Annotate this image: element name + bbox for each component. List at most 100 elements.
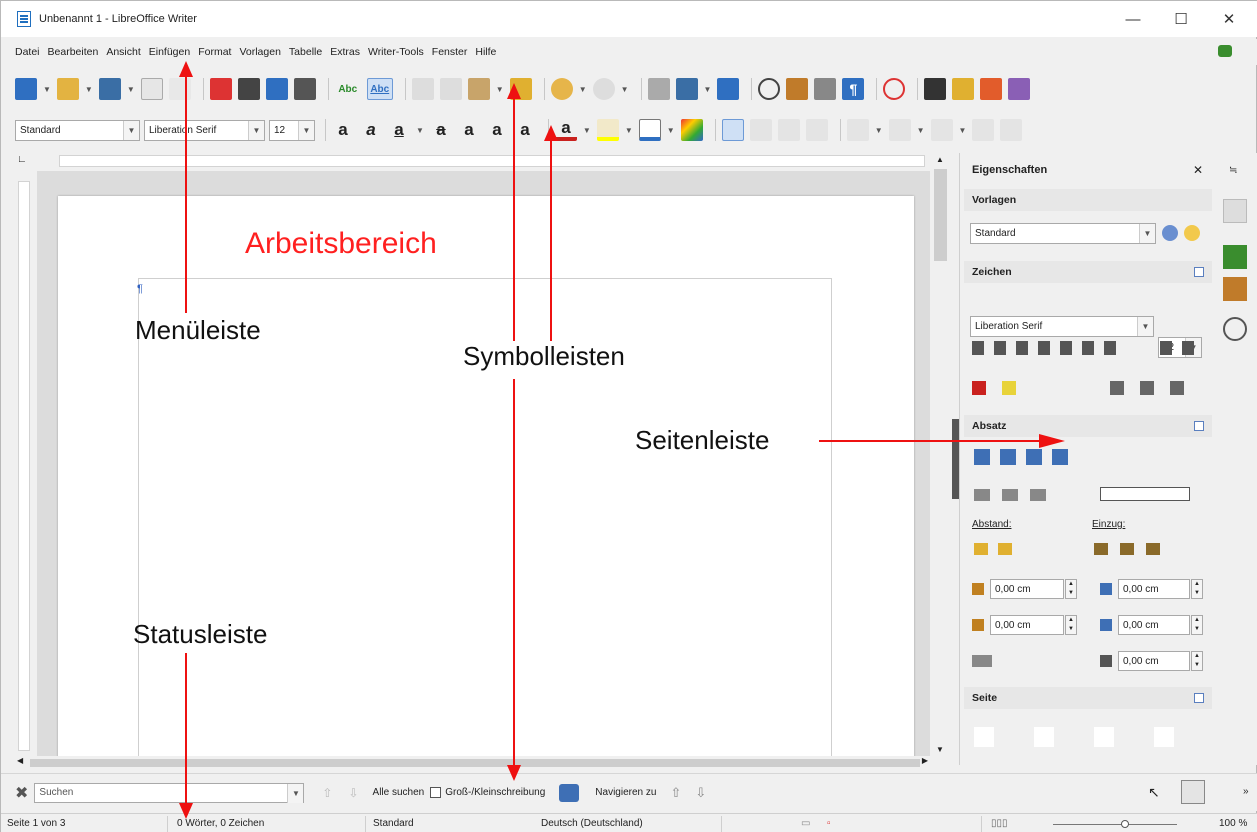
character-dialog-icon[interactable]: [680, 119, 703, 141]
insert-mode-icon[interactable]: ▭: [801, 818, 810, 829]
chevron-down-icon[interactable]: ▼: [1139, 224, 1155, 243]
formatting-marks-icon[interactable]: ¶: [842, 78, 865, 100]
update-style-icon[interactable]: [1162, 225, 1178, 241]
navigate-down-icon[interactable]: ⇩: [695, 785, 706, 801]
shadow-icon[interactable]: a: [514, 119, 536, 141]
character-format-buttons[interactable]: [972, 341, 1122, 355]
horizontal-ruler[interactable]: ∟: [15, 153, 930, 169]
search-input[interactable]: Suchen: [39, 787, 73, 798]
save-icon[interactable]: [98, 78, 121, 100]
font-color-highlight-icon[interactable]: [972, 381, 1042, 395]
spin-arrows-icon[interactable]: ▲ ▼: [1191, 651, 1203, 671]
bullets-dropdown-icon[interactable]: ▼: [917, 126, 925, 135]
find-replace-dialog-icon[interactable]: [559, 783, 580, 802]
insert-textbox-icon[interactable]: [786, 78, 809, 100]
align-justify-icon[interactable]: [805, 119, 828, 141]
spacing-above-field[interactable]: 0,00 cm ▲ ▼: [990, 579, 1077, 599]
section-zeichen-header[interactable]: Zeichen: [964, 261, 1212, 283]
navigator-tab-icon[interactable]: [1223, 317, 1247, 341]
undo-dropdown-icon[interactable]: ▼: [579, 85, 587, 94]
zoom-slider[interactable]: [1053, 824, 1177, 825]
spin-arrows-icon[interactable]: ▲ ▼: [1065, 579, 1077, 599]
spacing-case-icon[interactable]: [1110, 381, 1200, 395]
binoculars-icon[interactable]: [924, 78, 947, 100]
redo-dropdown-icon[interactable]: ▼: [621, 85, 629, 94]
export-pdf-icon[interactable]: [209, 78, 232, 100]
underline-icon[interactable]: a: [388, 119, 410, 141]
copy-icon[interactable]: [439, 78, 462, 100]
scroll-thumb[interactable]: [934, 169, 947, 261]
font-size-grow-shrink-icon[interactable]: [1160, 341, 1200, 355]
line-spacing-dropdown-icon[interactable]: ▼: [875, 126, 883, 135]
open-dropdown-icon[interactable]: ▼: [85, 85, 93, 94]
chevron-down-icon[interactable]: ▼: [1137, 317, 1153, 336]
paragraph-background-combo[interactable]: [1100, 487, 1190, 501]
menu-hilfe[interactable]: Hilfe: [475, 46, 496, 58]
align-center-icon[interactable]: [749, 119, 772, 141]
page-style[interactable]: Standard: [373, 818, 414, 829]
email-icon[interactable]: [140, 78, 163, 100]
list-buttons-icon[interactable]: [974, 489, 1054, 501]
indent-after-field[interactable]: 0,00 cm ▲ ▼: [1118, 615, 1203, 635]
view-layout-icon[interactable]: ▯▯▯: [991, 818, 1008, 829]
document-modified-icon[interactable]: ▫: [827, 818, 831, 829]
close-button[interactable]: ✕: [1209, 7, 1249, 31]
spin-arrows-icon[interactable]: ▲ ▼: [1191, 615, 1203, 635]
chevron-down-icon[interactable]: ▼: [287, 783, 304, 803]
align-left-icon[interactable]: [721, 119, 744, 141]
spelling-icon[interactable]: Abc: [335, 78, 361, 100]
increase-indent-icon[interactable]: [972, 119, 995, 141]
page-format-buttons[interactable]: [974, 727, 1204, 747]
sidebar-font-combo[interactable]: Liberation Serif ▼: [970, 316, 1154, 337]
spacing-buttons-icon[interactable]: [974, 543, 1014, 555]
sidebar-close-button[interactable]: ✕: [1193, 163, 1203, 177]
tab-stop-icon[interactable]: ∟: [17, 154, 27, 165]
section-vorlagen-header[interactable]: Vorlagen: [964, 189, 1212, 211]
sidebar-style-combo[interactable]: Standard ▼: [970, 223, 1156, 244]
insert-table-icon[interactable]: [675, 78, 698, 100]
menu-tabelle[interactable]: Tabelle: [289, 46, 322, 58]
zoom-pan-icon[interactable]: [1181, 780, 1205, 804]
sidebar-collapse-handle[interactable]: [952, 419, 959, 499]
chevron-down-icon[interactable]: ▼: [248, 120, 264, 140]
insert-image-icon[interactable]: [717, 78, 740, 100]
print-preview-icon[interactable]: [265, 78, 288, 100]
gallery-tab-icon[interactable]: [1223, 277, 1247, 301]
sidebar-menu-icon[interactable]: ≒: [1229, 165, 1237, 176]
navigate-up-icon[interactable]: ⇧: [670, 785, 681, 801]
help-icon[interactable]: [883, 78, 906, 100]
close-findbar-icon[interactable]: ✖: [15, 783, 28, 803]
menu-fenster[interactable]: Fenster: [432, 46, 468, 58]
find-all-button[interactable]: Alle suchen: [373, 787, 425, 798]
scroll-up-icon[interactable]: ▲: [936, 155, 944, 164]
edit-mode-icon[interactable]: [168, 78, 191, 100]
properties-tab-icon[interactable]: [1223, 199, 1247, 223]
redo-icon[interactable]: [592, 78, 615, 100]
language[interactable]: Deutsch (Deutschland): [541, 818, 643, 829]
spin-arrows-icon[interactable]: ▲ ▼: [1191, 579, 1203, 599]
underline-dropdown-icon[interactable]: ▼: [416, 126, 424, 135]
font-size-combo[interactable]: 12 ▼: [269, 119, 315, 141]
more-options-icon[interactable]: [1194, 421, 1204, 431]
cut-icon[interactable]: [411, 78, 434, 100]
chevron-down-icon[interactable]: ▼: [298, 120, 314, 140]
paste-dropdown-icon[interactable]: ▼: [496, 85, 504, 94]
menu-extras[interactable]: Extras: [330, 46, 360, 58]
numbering-icon[interactable]: [930, 119, 953, 141]
indent-buttons-icon[interactable]: [1094, 543, 1164, 555]
new-dropdown-icon[interactable]: ▼: [43, 85, 51, 94]
indent-before-field[interactable]: 0,00 cm ▲ ▼: [1118, 579, 1203, 599]
new-style-icon[interactable]: [1184, 225, 1200, 241]
menu-vorlagen[interactable]: Vorlagen: [239, 46, 280, 58]
match-case-checkbox[interactable]: [430, 787, 442, 798]
line-spacing-icon[interactable]: [846, 119, 869, 141]
insert-chart-icon[interactable]: [758, 78, 781, 100]
vertical-scrollbar[interactable]: ▲ ▼: [930, 153, 952, 756]
italic-icon[interactable]: a: [360, 119, 382, 141]
horizontal-scrollbar[interactable]: ◀ ▶: [15, 756, 930, 770]
paragraph-background-icon[interactable]: [638, 119, 661, 141]
page-count[interactable]: Seite 1 von 3: [7, 818, 65, 829]
pdf-direct-icon[interactable]: [293, 78, 316, 100]
highlight-dropdown-icon[interactable]: ▼: [625, 126, 633, 135]
subscript-icon[interactable]: a: [486, 119, 508, 141]
